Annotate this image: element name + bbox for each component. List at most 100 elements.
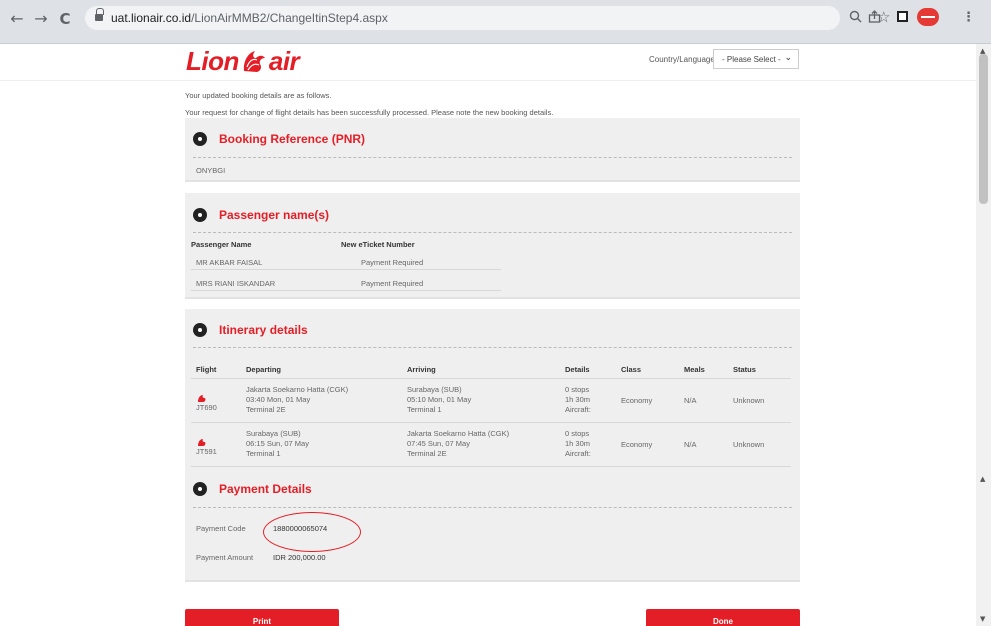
country-language-select[interactable]: - Please Select - ⌄ xyxy=(713,49,799,69)
passenger-header: Passenger name(s) xyxy=(193,208,329,222)
address-bar[interactable]: uat.lionair.co.id/LionAirMMB2/ChangeItin… xyxy=(85,6,840,30)
lion-head-icon xyxy=(241,49,267,73)
row-divider xyxy=(191,269,501,270)
lion-air-logo[interactable]: Lion air xyxy=(186,45,300,76)
reload-icon[interactable]: C xyxy=(56,10,74,28)
pnr-value: ONYBGI xyxy=(196,166,226,175)
col-flight: Flight xyxy=(196,365,217,374)
zoom-icon[interactable] xyxy=(849,10,862,27)
flight-stops: 0 stops xyxy=(565,385,590,394)
passenger-ticket: Payment Required xyxy=(361,279,424,288)
payment-amount-label: Payment Amount xyxy=(196,553,254,562)
passenger-card: Passenger name(s) Passenger Name New eTi… xyxy=(185,193,800,299)
flight-aircraft: Aircraft: xyxy=(565,405,591,414)
flight-duration: 1h 30m xyxy=(565,439,591,448)
passenger-name: MRS RIANI ISKANDAR xyxy=(196,279,276,288)
row-divider xyxy=(191,290,501,291)
highlight-circle xyxy=(263,512,361,552)
col-status: Status xyxy=(733,365,756,374)
flight-stops: 0 stops xyxy=(565,429,590,438)
section-divider xyxy=(193,232,792,233)
arriving-place: Jakarta Soekarno Hatta (CGK) xyxy=(407,429,510,438)
passenger-name: MR AKBAR FAISAL xyxy=(196,258,263,267)
departing-time: 03:40 Mon, 01 May xyxy=(246,395,311,404)
row-divider xyxy=(191,466,791,467)
intro-text-2: Your request for change of flight detail… xyxy=(185,108,554,117)
browser-toolbar: ← → C uat.lionair.co.id/LionAirMMB2/Chan… xyxy=(0,0,991,44)
done-button[interactable]: Done xyxy=(646,609,800,626)
departing-place: Surabaya (SUB) xyxy=(246,429,301,438)
url-host: uat.lionair.co.id xyxy=(111,11,192,25)
user-icon xyxy=(193,208,207,222)
flight-status: Unknown xyxy=(733,440,765,449)
lock-icon[interactable] xyxy=(95,8,104,22)
departing-terminal: Terminal 1 xyxy=(246,449,281,458)
arriving-time: 07:45 Sun, 07 May xyxy=(407,439,470,448)
payment-amount-value: IDR 200,000.00 xyxy=(273,553,326,562)
country-select-value: - Please Select - xyxy=(722,55,781,64)
flight-class: Economy xyxy=(621,396,653,405)
logo-text-air: air xyxy=(268,45,300,76)
section-divider xyxy=(193,507,792,508)
flight-number: JT591 xyxy=(196,447,217,456)
forward-arrow-icon[interactable]: → xyxy=(32,10,50,28)
arriving-terminal: Terminal 1 xyxy=(407,405,442,414)
menu-icon[interactable]: ⋮ xyxy=(962,10,975,25)
url-path: /LionAirMMB2/ChangeItinStep4.aspx xyxy=(191,11,388,25)
col-arriving: Arriving xyxy=(407,365,436,374)
section-divider xyxy=(193,347,792,348)
scroll-up-icon[interactable]: ▲ xyxy=(980,475,985,483)
passenger-title: Passenger name(s) xyxy=(219,208,330,222)
scroll-down-icon[interactable]: ▼ xyxy=(980,615,985,623)
flight-duration: 1h 30m xyxy=(565,395,591,404)
print-button[interactable]: Print xyxy=(185,609,339,626)
departing-time: 06:15 Sun, 07 May xyxy=(246,439,309,448)
section-divider xyxy=(193,157,792,158)
header-divider xyxy=(0,80,976,81)
booking-reference-header: Booking Reference (PNR) xyxy=(193,132,365,146)
flight-status: Unknown xyxy=(733,396,765,405)
scroll-thumb[interactable] xyxy=(979,54,988,204)
payment-code-label: Payment Code xyxy=(196,524,246,533)
booking-reference-title: Booking Reference (PNR) xyxy=(219,132,366,146)
header-rule xyxy=(191,378,791,379)
back-arrow-icon[interactable]: ← xyxy=(8,10,26,28)
arriving-terminal: Terminal 2E xyxy=(407,449,447,458)
booking-reference-card: Booking Reference (PNR) ONYBGI xyxy=(185,118,800,182)
flight-meals: N/A xyxy=(684,396,697,405)
country-language-label: Country/Language xyxy=(649,55,715,64)
payment-title: Payment Details xyxy=(219,482,312,496)
flight-aircraft: Aircraft: xyxy=(565,449,591,458)
flight-meals: N/A xyxy=(684,440,697,449)
col-details: Details xyxy=(565,365,590,374)
payment-icon xyxy=(193,482,207,496)
arriving-time: 05:10 Mon, 01 May xyxy=(407,395,472,404)
intro-text-1: Your updated booking details are as foll… xyxy=(185,91,332,100)
departing-terminal: Terminal 2E xyxy=(246,405,286,414)
col-passenger-name: Passenger Name xyxy=(191,240,252,249)
col-eticket-number: New eTicket Number xyxy=(341,240,415,249)
col-meals: Meals xyxy=(684,365,705,374)
chevron-down-icon: ⌄ xyxy=(784,53,792,63)
star-icon[interactable]: ☆ xyxy=(877,8,890,26)
profile-icon[interactable] xyxy=(917,8,939,26)
col-class: Class xyxy=(621,365,642,374)
sidebar-icon[interactable] xyxy=(897,11,908,22)
arriving-place: Surabaya (SUB) xyxy=(407,385,462,394)
plus-icon xyxy=(193,323,207,337)
page-content: Lion air Country/Language - Please Selec… xyxy=(0,44,976,626)
info-icon xyxy=(193,132,207,146)
itinerary-title: Itinerary details xyxy=(219,323,308,337)
itinerary-header: Itinerary details xyxy=(193,323,308,337)
lion-air-flight-icon xyxy=(197,434,207,446)
passenger-ticket: Payment Required xyxy=(361,258,424,267)
row-divider xyxy=(191,422,791,423)
payment-header: Payment Details xyxy=(193,482,312,496)
flight-class: Economy xyxy=(621,440,653,449)
col-departing: Departing xyxy=(246,365,282,374)
logo-text-lion: Lion xyxy=(186,45,239,76)
departing-place: Jakarta Soekarno Hatta (CGK) xyxy=(246,385,349,394)
page-scrollbar[interactable]: ▲ ▲ ▼ xyxy=(976,44,991,626)
lion-air-flight-icon xyxy=(197,390,207,402)
url-text[interactable]: uat.lionair.co.id/LionAirMMB2/ChangeItin… xyxy=(111,11,388,25)
